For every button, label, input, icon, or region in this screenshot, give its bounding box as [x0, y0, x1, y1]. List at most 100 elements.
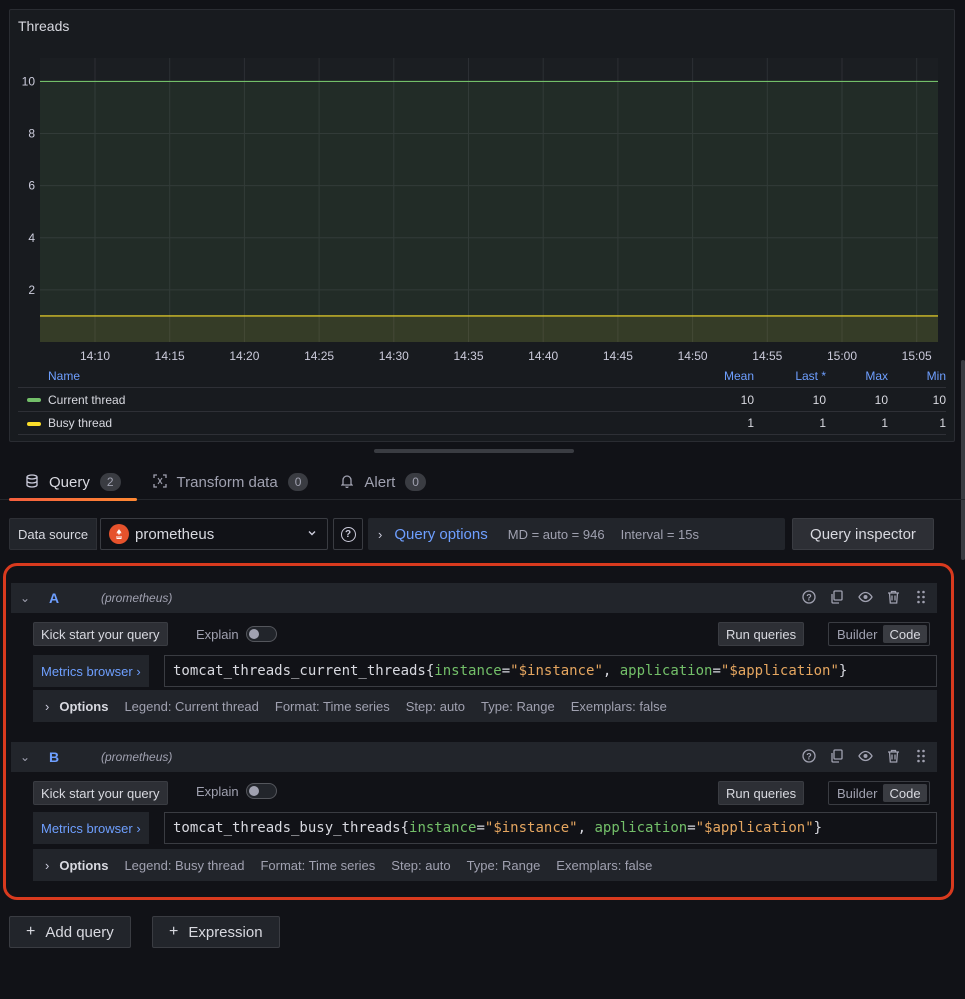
code-mode-button[interactable]: Code	[883, 784, 927, 802]
x-tick-label: 15:00	[827, 349, 857, 363]
legend-series-name[interactable]: Busy thread	[48, 416, 112, 430]
help-icon[interactable]: ?	[801, 748, 817, 764]
legend-table: Name Mean Last * Max Min Current thread …	[18, 365, 946, 435]
options-label: Options	[59, 857, 109, 873]
expr-op: =	[476, 820, 485, 836]
query-header[interactable]: ⌄ B (prometheus) ?	[11, 742, 937, 772]
y-tick-label: 8	[28, 127, 35, 141]
legend-row-busy-thread[interactable]: Busy thread 1 1 1 1	[18, 411, 946, 435]
duplicate-icon[interactable]	[829, 589, 845, 605]
expr-label: application	[619, 663, 713, 679]
threads-panel: Threads 2 4 6 8 10 14:10 14:15 14:20 14:25 14:30…	[9, 9, 955, 442]
legend-max: 1	[881, 416, 888, 430]
database-icon	[25, 473, 39, 491]
eye-icon[interactable]	[857, 748, 873, 764]
options-label: Options	[59, 698, 109, 714]
legend-swatch	[27, 398, 41, 402]
data-source-select[interactable]: prometheus	[100, 518, 328, 550]
tab-count-badge: 0	[405, 473, 426, 491]
editor-mode-toggle: Builder Code	[828, 781, 930, 805]
drag-handle-icon[interactable]	[913, 589, 929, 605]
legend-header-last[interactable]: Last *	[766, 369, 826, 383]
x-tick-label: 14:45	[603, 349, 633, 363]
trash-icon[interactable]	[885, 589, 901, 605]
tab-transform-data[interactable]: Transform data 0	[137, 466, 325, 498]
legend-series-name[interactable]: Current thread	[48, 393, 125, 407]
run-queries-button[interactable]: Run queries	[718, 622, 805, 646]
builder-mode-button[interactable]: Builder	[831, 625, 883, 643]
plus-icon: +	[26, 923, 36, 940]
metrics-browser-button[interactable]: Metrics browser ›	[33, 655, 149, 687]
x-tick-label: 14:30	[379, 349, 409, 363]
expr-metric: tomcat_threads_current_threads{	[173, 663, 435, 679]
type-option: Type: Range	[481, 698, 555, 714]
query-options-row[interactable]: › Options Legend: Busy thread Format: Ti…	[33, 849, 937, 881]
expr-label: application	[594, 820, 688, 836]
help-icon[interactable]: ?	[801, 589, 817, 605]
collapse-chevron-icon[interactable]: ⌄	[20, 591, 30, 605]
y-axis-ticks: 2 4 6 8 10	[22, 74, 36, 296]
expr-op: =	[712, 663, 721, 679]
x-tick-label: 14:35	[453, 349, 483, 363]
step-option: Step: auto	[391, 857, 451, 873]
type-option: Type: Range	[466, 857, 541, 873]
legend-option: Legend: Current thread	[124, 698, 259, 714]
data-source-help-button[interactable]: ?	[333, 518, 363, 550]
run-queries-button[interactable]: Run queries	[718, 781, 805, 805]
kick-start-query-button[interactable]: Kick start your query	[33, 781, 168, 805]
eye-icon[interactable]	[857, 589, 873, 605]
exemplars-option: Exemplars: false	[556, 857, 653, 873]
chevron-right-icon: ›	[45, 698, 50, 714]
query-expression-input[interactable]: tomcat_threads_current_threads{instance =…	[164, 655, 937, 687]
x-tick-label: 14:20	[229, 349, 259, 363]
expr-close: }	[813, 820, 823, 836]
legend-header-mean[interactable]: Mean	[694, 369, 754, 383]
legend-header-name[interactable]: Name	[48, 369, 80, 383]
page-scrollbar[interactable]	[961, 360, 965, 560]
query-toolbar: Data source prometheus ? › Query options…	[9, 518, 949, 550]
query-inspector-button[interactable]: Query inspector	[792, 518, 934, 550]
collapse-chevron-icon[interactable]: ⌄	[20, 750, 30, 764]
metrics-browser-button[interactable]: Metrics browser ›	[33, 812, 149, 844]
query-options-title: Query options	[394, 525, 488, 543]
transform-icon	[152, 473, 167, 491]
duplicate-icon[interactable]	[829, 748, 845, 764]
code-mode-button[interactable]: Code	[883, 625, 927, 643]
legend-header-min[interactable]: Min	[886, 369, 946, 383]
x-tick-label: 15:05	[902, 349, 932, 363]
expr-sep: ,	[577, 820, 595, 836]
add-query-label: Add query	[45, 923, 114, 941]
expr-metric: tomcat_threads_busy_threads{	[173, 820, 410, 836]
builder-mode-button[interactable]: Builder	[831, 784, 883, 802]
explain-toggle[interactable]	[246, 626, 277, 642]
tab-query[interactable]: Query 2	[9, 466, 137, 501]
legend-header-max[interactable]: Max	[828, 369, 888, 383]
legend-row-current-thread[interactable]: Current thread 10 10 10 10	[18, 387, 946, 411]
kick-start-query-button[interactable]: Kick start your query	[33, 622, 168, 646]
add-query-button[interactable]: + Add query	[9, 916, 131, 948]
tab-alert[interactable]: Alert 0	[324, 466, 442, 498]
tab-label: Transform data	[176, 473, 278, 491]
x-tick-label: 14:15	[155, 349, 185, 363]
legend-header: Name Mean Last * Max Min	[18, 365, 946, 387]
trash-icon[interactable]	[885, 748, 901, 764]
step-option: Step: auto	[405, 698, 466, 714]
legend-min: 10	[932, 392, 946, 407]
plus-icon: +	[169, 923, 179, 940]
panel-resize-handle[interactable]	[374, 449, 574, 453]
query-header[interactable]: ⌄ A (prometheus) ?	[11, 583, 937, 613]
explain-toggle[interactable]	[246, 783, 277, 799]
add-expression-button[interactable]: + Expression	[152, 916, 280, 948]
query-letter[interactable]: A	[49, 590, 59, 606]
legend-last: 1	[819, 416, 826, 430]
query-expression-input[interactable]: tomcat_threads_busy_threads{instance = "$i…	[164, 812, 937, 844]
data-source-value: prometheus	[135, 525, 215, 543]
query-options-row[interactable]: › Options Legend: Current thread Format:…	[33, 690, 937, 722]
query-letter[interactable]: B	[49, 749, 59, 765]
explain-label: Explain	[196, 784, 239, 799]
query-actions: ?	[801, 748, 929, 764]
chevron-right-icon: ›	[378, 526, 383, 542]
drag-handle-icon[interactable]	[913, 748, 929, 764]
y-tick-label: 2	[28, 283, 35, 297]
query-options-toggle[interactable]: › Query options MD = auto = 946 Interval…	[368, 518, 785, 550]
